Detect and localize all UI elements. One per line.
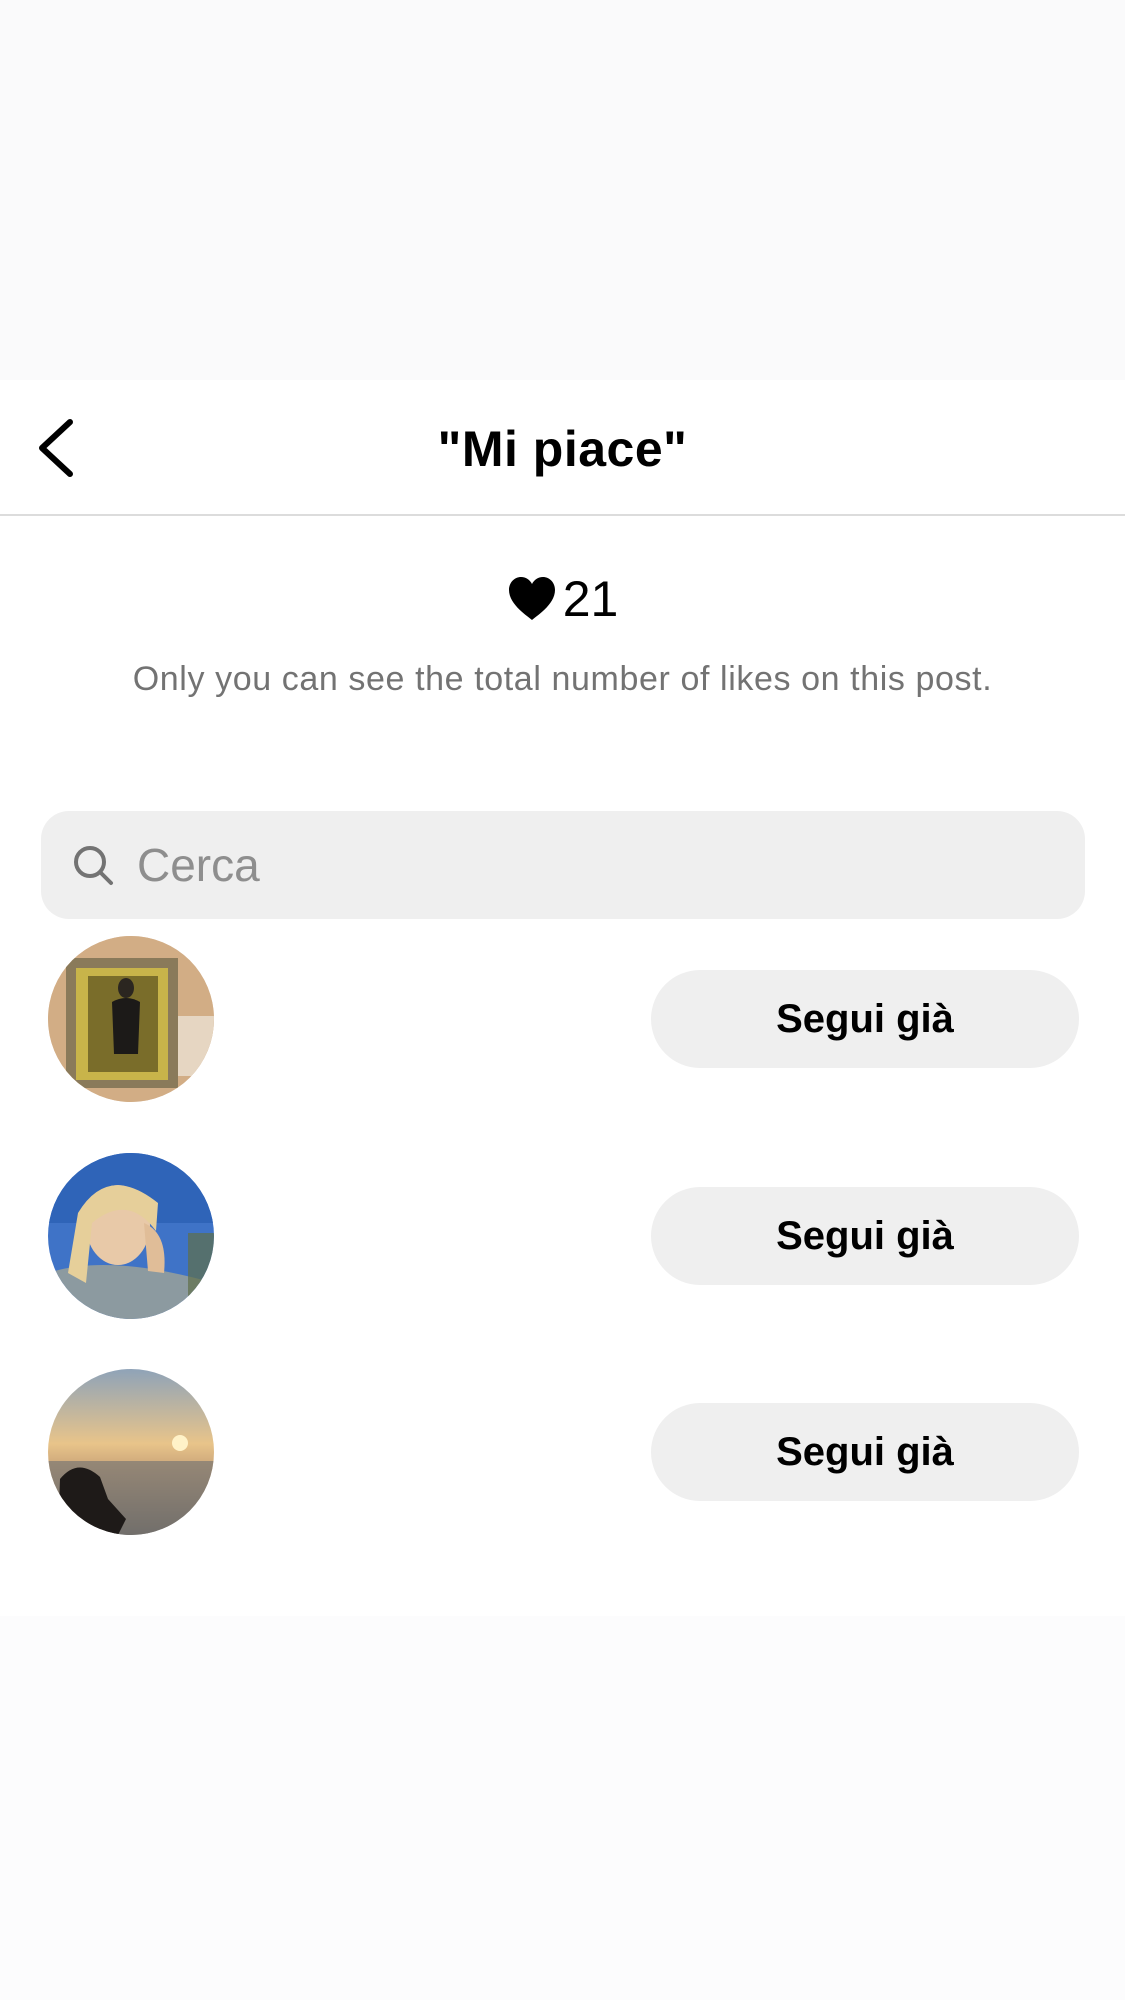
search-input[interactable] bbox=[137, 838, 997, 892]
likes-count: 21 bbox=[562, 571, 619, 627]
search-icon bbox=[74, 846, 113, 885]
following-button[interactable]: Segui già bbox=[651, 1187, 1079, 1285]
likes-page-content: 21 Only you can see the total number of … bbox=[0, 516, 1125, 1616]
list-item: Segui già bbox=[0, 936, 1125, 1106]
list-item: Segui già bbox=[0, 1369, 1125, 1539]
likes-privacy-note: Only you can see the total number of lik… bbox=[132, 660, 993, 698]
avatar[interactable] bbox=[48, 1153, 214, 1319]
status-area bbox=[0, 0, 1125, 380]
avatar[interactable] bbox=[48, 936, 214, 1102]
list-item: Segui già bbox=[0, 1153, 1125, 1323]
top-navigation-bar: "Mi piace" bbox=[0, 380, 1125, 516]
heart-icon bbox=[508, 577, 555, 620]
following-button[interactable]: Segui già bbox=[651, 970, 1079, 1068]
search-bar[interactable] bbox=[41, 811, 1085, 919]
following-button[interactable]: Segui già bbox=[651, 1403, 1079, 1501]
bottom-area bbox=[0, 1616, 1125, 2000]
page-title: "Mi piace" bbox=[437, 421, 688, 477]
likes-summary: 21 bbox=[0, 574, 1125, 624]
avatar[interactable] bbox=[48, 1369, 214, 1535]
